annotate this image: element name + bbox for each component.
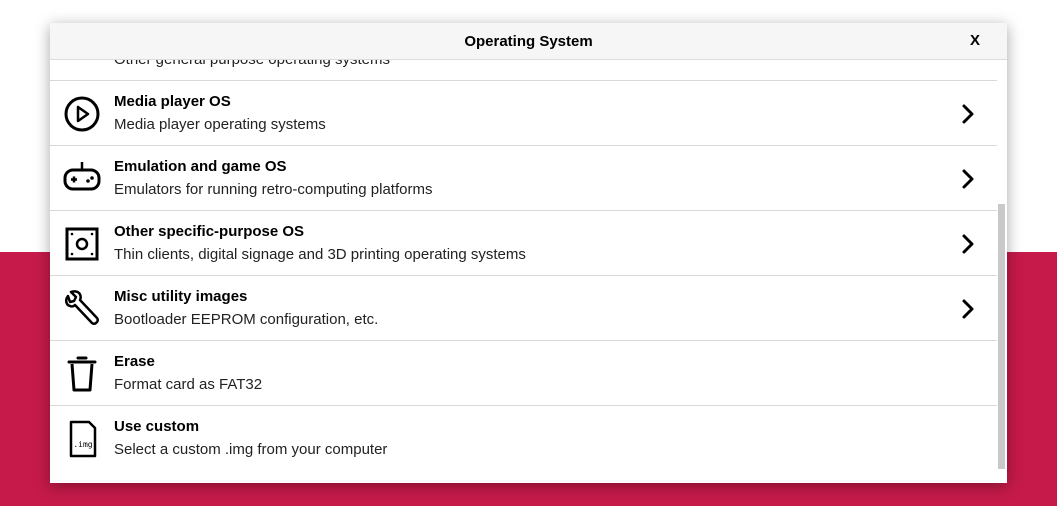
chevron-right-icon <box>962 169 974 189</box>
item-title: Misc utility images <box>114 288 248 305</box>
item-title: Media player OS <box>114 93 231 110</box>
item-description: Bootloader EEPROM configuration, etc. <box>114 311 379 328</box>
item-title: Use custom <box>114 418 200 435</box>
dialog-header: Operating System X <box>50 23 1007 60</box>
sd-card-label: .img <box>73 440 92 449</box>
gamepad-icon <box>63 162 101 191</box>
list-item-misc-utility-images[interactable]: Misc utility images Bootloader EEPROM co… <box>50 276 997 341</box>
item-title: Emulation and game OS <box>114 158 287 175</box>
item-title: Other specific-purpose OS <box>114 223 305 240</box>
item-description: Format card as FAT32 <box>114 376 263 393</box>
list-item-media-player-os[interactable]: Media player OS Media player operating s… <box>50 81 997 146</box>
list-item-use-custom[interactable]: .img Use custom Select a custom .img fro… <box>50 406 997 471</box>
dialog-title: Operating System <box>464 33 593 50</box>
os-list: Other general purpose operating systems … <box>50 23 997 483</box>
list-item-other-specific-purpose-os[interactable]: Other specific-purpose OS Thin clients, … <box>50 211 997 276</box>
specific-purpose-icon <box>65 227 99 261</box>
sd-card-icon: .img <box>69 420 97 458</box>
chevron-right-icon <box>962 104 974 124</box>
item-description: Emulators for running retro-computing pl… <box>114 181 433 198</box>
list-item-emulation-game-os[interactable]: Emulation and game OS Emulators for runn… <box>50 146 997 211</box>
item-title: Erase <box>114 353 155 370</box>
os-selection-dialog: Other general purpose operating systems … <box>50 23 1007 483</box>
item-description: Thin clients, digital signage and 3D pri… <box>114 246 526 263</box>
trash-icon <box>67 356 97 392</box>
chevron-right-icon <box>962 234 974 254</box>
item-description: Select a custom .img from your computer <box>114 441 388 458</box>
play-circle-icon <box>64 96 100 132</box>
list-item-erase[interactable]: Erase Format card as FAT32 <box>50 341 997 406</box>
item-description: Media player operating systems <box>114 116 326 133</box>
scrollbar-thumb[interactable] <box>998 204 1005 469</box>
chevron-right-icon <box>962 299 974 319</box>
wrench-icon <box>65 290 99 325</box>
scrollbar[interactable] <box>997 59 1007 483</box>
close-button[interactable]: X <box>967 32 983 49</box>
